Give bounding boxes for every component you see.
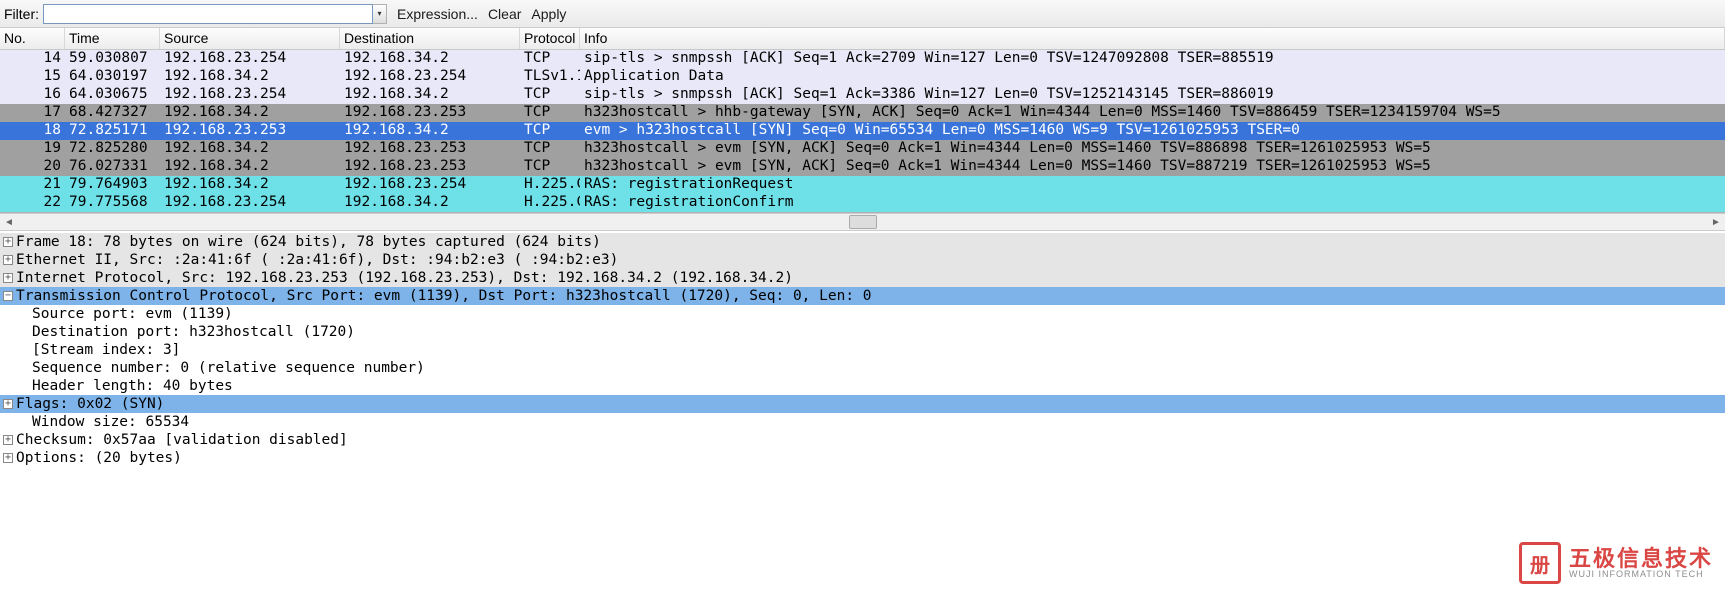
detail-tcp-checksum-text: Checksum: 0x57aa [validation disabled] (16, 432, 348, 448)
detail-tcp-text: Transmission Control Protocol, Src Port:… (16, 288, 872, 304)
apply-button[interactable]: Apply (531, 6, 566, 22)
packet-row[interactable]: 1768.427327192.168.34.2192.168.23.253TCP… (0, 104, 1725, 122)
expand-icon[interactable]: + (3, 453, 13, 463)
filter-label: Filter: (4, 6, 39, 22)
detail-tcp-checksum[interactable]: + Checksum: 0x57aa [validation disabled] (0, 431, 1725, 449)
packet-row[interactable]: 2279.775568192.168.23.254192.168.34.2H.2… (0, 194, 1725, 212)
detail-tcp-flags-text: Flags: 0x02 (SYN) (16, 396, 164, 412)
packet-row[interactable]: 1872.825171192.168.23.253192.168.34.2TCP… (0, 122, 1725, 140)
detail-ip[interactable]: + Internet Protocol, Src: 192.168.23.253… (0, 269, 1725, 287)
filter-toolbar: Filter: ▾ Expression... Clear Apply (0, 0, 1725, 28)
detail-tcp-srcport[interactable]: Source port: evm (1139) (0, 305, 1725, 323)
packet-row[interactable]: 2076.027331192.168.34.2192.168.23.253TCP… (0, 158, 1725, 176)
detail-tcp-options[interactable]: + Options: (20 bytes) (0, 449, 1725, 467)
col-header-src[interactable]: Source (160, 28, 340, 49)
collapse-icon[interactable]: − (3, 291, 13, 301)
detail-tcp[interactable]: − Transmission Control Protocol, Src Por… (0, 287, 1725, 305)
packet-row[interactable]: 1972.825280192.168.34.2192.168.23.253TCP… (0, 140, 1725, 158)
expand-icon[interactable]: + (3, 237, 13, 247)
expression-button[interactable]: Expression... (397, 6, 478, 22)
packet-list-hscroll[interactable]: ◄ ► (0, 213, 1725, 231)
detail-tcp-options-text: Options: (20 bytes) (16, 450, 182, 466)
detail-tcp-dstport[interactable]: Destination port: h323hostcall (1720) (0, 323, 1725, 341)
col-header-time[interactable]: Time (65, 28, 160, 49)
packet-row[interactable]: 1664.030675192.168.23.254192.168.34.2TCP… (0, 86, 1725, 104)
detail-frame[interactable]: + Frame 18: 78 bytes on wire (624 bits),… (0, 233, 1725, 251)
col-header-info[interactable]: Info (580, 28, 1725, 49)
watermark-icon: 册 (1519, 542, 1561, 584)
detail-frame-text: Frame 18: 78 bytes on wire (624 bits), 7… (16, 234, 601, 250)
col-header-dst[interactable]: Destination (340, 28, 520, 49)
packet-list-pane: No. Time Source Destination Protocol Inf… (0, 28, 1725, 213)
watermark-en: WUJI INFORMATION TECH (1569, 570, 1713, 579)
scroll-thumb[interactable] (849, 215, 877, 229)
detail-tcp-hlen[interactable]: Header length: 40 bytes (0, 377, 1725, 395)
watermark-cn: 五极信息技术 (1569, 548, 1713, 570)
packet-row[interactable]: 1564.030197192.168.34.2192.168.23.254TLS… (0, 68, 1725, 86)
expand-icon[interactable]: + (3, 255, 13, 265)
detail-tcp-flags[interactable]: + Flags: 0x02 (SYN) (0, 395, 1725, 413)
watermark: 册 五极信息技术 WUJI INFORMATION TECH (1519, 542, 1713, 584)
col-header-proto[interactable]: Protocol (520, 28, 580, 49)
filter-input[interactable] (43, 4, 373, 24)
detail-tcp-seq[interactable]: Sequence number: 0 (relative sequence nu… (0, 359, 1725, 377)
packet-row[interactable]: 2179.764903192.168.34.2192.168.23.254H.2… (0, 176, 1725, 194)
packet-row[interactable]: 1459.030807192.168.23.254192.168.34.2TCP… (0, 50, 1725, 68)
filter-dropdown-icon[interactable]: ▾ (373, 4, 387, 24)
detail-eth-text: Ethernet II, Src: :2a:41:6f ( :2a:41:6f)… (16, 252, 618, 268)
expand-icon[interactable]: + (3, 435, 13, 445)
clear-button[interactable]: Clear (488, 6, 521, 22)
expand-icon[interactable]: + (3, 399, 13, 409)
detail-tcp-win[interactable]: Window size: 65534 (0, 413, 1725, 431)
scroll-left-icon[interactable]: ◄ (0, 217, 18, 228)
expand-icon[interactable]: + (3, 273, 13, 283)
detail-tcp-stream[interactable]: [Stream index: 3] (0, 341, 1725, 359)
col-header-no[interactable]: No. (0, 28, 65, 49)
detail-ethernet[interactable]: + Ethernet II, Src: :2a:41:6f ( :2a:41:6… (0, 251, 1725, 269)
packet-details-pane: + Frame 18: 78 bytes on wire (624 bits),… (0, 231, 1725, 559)
detail-ip-text: Internet Protocol, Src: 192.168.23.253 (… (16, 270, 793, 286)
packet-list-header[interactable]: No. Time Source Destination Protocol Inf… (0, 28, 1725, 50)
scroll-right-icon[interactable]: ► (1707, 217, 1725, 228)
